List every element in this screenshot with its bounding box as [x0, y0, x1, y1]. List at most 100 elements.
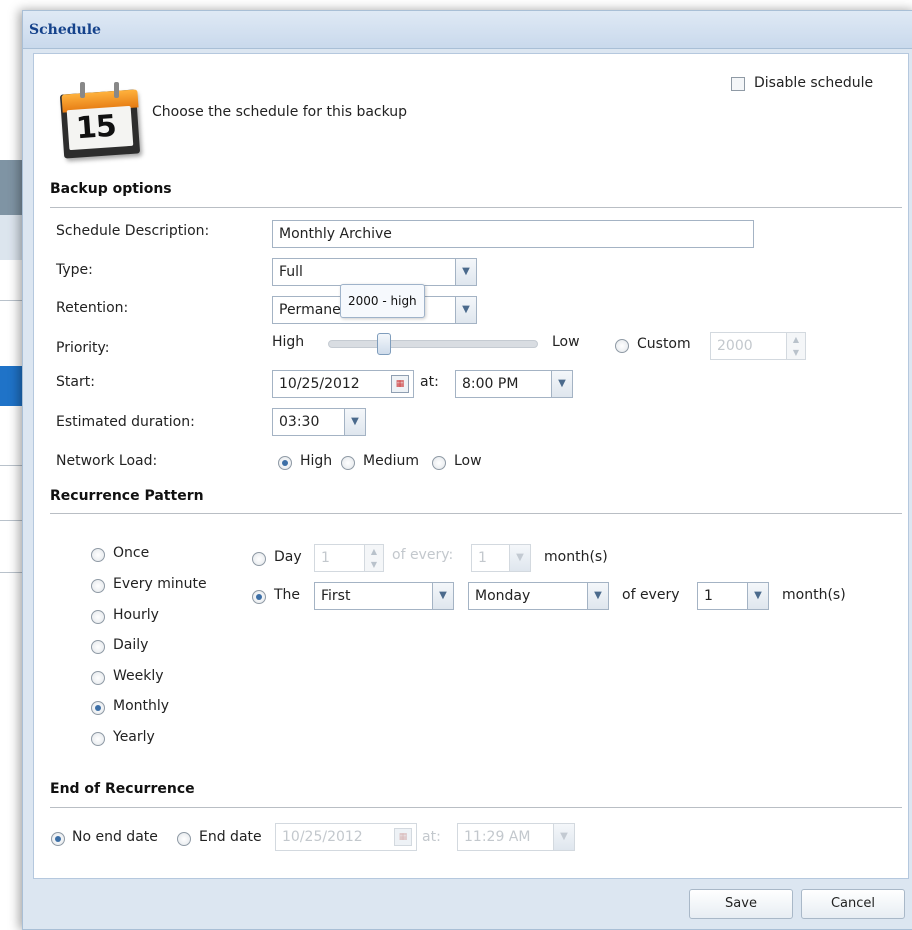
priority-slider-thumb[interactable]: [377, 333, 391, 355]
schedule-description-input[interactable]: Monthly Archive: [272, 220, 754, 248]
pattern-monthly-label: Monthly: [113, 698, 170, 714]
chevron-down-icon[interactable]: ▼: [432, 583, 453, 609]
type-label: Type:: [56, 262, 93, 278]
pattern-once-radio[interactable]: [91, 548, 105, 562]
custom-priority-radio[interactable]: [615, 339, 629, 353]
start-date-value: 10/25/2012: [279, 376, 360, 392]
save-button[interactable]: Save: [689, 889, 793, 919]
chevron-down-icon[interactable]: ▼: [455, 259, 476, 285]
type-value: Full: [279, 264, 303, 280]
no-end-date-radio[interactable]: [51, 832, 65, 846]
spinner-icon[interactable]: ▲ ▼: [364, 545, 383, 571]
start-time-select[interactable]: 8:00 PM ▼: [455, 370, 573, 398]
chevron-down-icon[interactable]: ▼: [344, 409, 365, 435]
date-picker-icon[interactable]: ▦: [391, 375, 409, 393]
chevron-down-icon[interactable]: ▼: [509, 545, 530, 571]
pattern-yearly-radio[interactable]: [91, 732, 105, 746]
end-of-recurrence-heading: End of Recurrence: [50, 781, 195, 797]
chevron-down-icon[interactable]: ▼: [747, 583, 768, 609]
estimated-duration-label: Estimated duration:: [56, 414, 195, 430]
no-end-date-label: No end date: [72, 829, 158, 845]
retention-label: Retention:: [56, 300, 129, 316]
recurrence-pattern-heading: Recurrence Pattern: [50, 488, 204, 504]
ordinal-select[interactable]: First ▼: [314, 582, 454, 610]
end-date-radio[interactable]: [177, 832, 191, 846]
ordinal-value: First: [321, 588, 351, 604]
monthly-day-label: Day: [274, 549, 302, 565]
monthly-the-label: The: [274, 587, 301, 603]
pattern-monthly-radio[interactable]: [91, 701, 105, 715]
end-at-label: at:: [422, 829, 441, 845]
dialog-titlebar[interactable]: Schedule: [23, 11, 912, 49]
section-divider: [50, 807, 902, 808]
monthly-day-input[interactable]: 1 ▲ ▼: [314, 544, 384, 572]
section-divider: [50, 513, 902, 514]
pattern-every-minute-radio[interactable]: [91, 579, 105, 593]
monthly-the-interval-value: 1: [704, 588, 713, 604]
priority-high-label: High: [272, 334, 305, 350]
chevron-down-icon[interactable]: ▼: [587, 583, 608, 609]
end-date-label: End date: [199, 829, 262, 845]
chevron-down-icon[interactable]: ▼: [455, 297, 476, 323]
calendar-icon-day: 15: [74, 108, 117, 147]
weekday-select[interactable]: Monday ▼: [468, 582, 609, 610]
monthly-the-of-every-label: of every: [622, 587, 680, 603]
monthly-the-months-label: month(s): [782, 587, 846, 603]
monthly-the-interval-select[interactable]: 1 ▼: [697, 582, 769, 610]
start-at-label: at:: [420, 374, 439, 390]
type-select[interactable]: Full ▼: [272, 258, 477, 286]
priority-label: Priority:: [56, 340, 110, 356]
schedule-dialog: Schedule 15 Choose the schedule for this…: [22, 10, 912, 930]
schedule-description-label: Schedule Description:: [56, 223, 210, 239]
start-label: Start:: [56, 374, 95, 390]
pattern-hourly-radio[interactable]: [91, 610, 105, 624]
date-picker-icon[interactable]: ▦: [394, 828, 412, 846]
estimated-duration-select[interactable]: 03:30 ▼: [272, 408, 366, 436]
network-load-label: Network Load:: [56, 453, 158, 469]
monthly-day-value: 1: [321, 550, 330, 566]
start-date-input[interactable]: 10/25/2012 ▦: [272, 370, 414, 398]
end-time-select[interactable]: 11:29 AM ▼: [457, 823, 575, 851]
priority-low-label: Low: [552, 334, 580, 350]
monthly-day-radio[interactable]: [252, 552, 266, 566]
network-load-high-label: High: [300, 453, 333, 469]
custom-priority-input[interactable]: 2000 ▲ ▼: [710, 332, 806, 360]
disable-schedule-checkbox[interactable]: [731, 77, 745, 91]
monthly-the-radio[interactable]: [252, 590, 266, 604]
start-time-value: 8:00 PM: [462, 376, 519, 392]
network-load-medium-label: Medium: [363, 453, 419, 469]
network-load-low-radio[interactable]: [432, 456, 446, 470]
pattern-daily-radio[interactable]: [91, 640, 105, 654]
pattern-daily-label: Daily: [113, 637, 149, 653]
calendar-icon: 15: [58, 74, 150, 164]
estimated-duration-value: 03:30: [279, 414, 320, 430]
monthly-day-interval-select[interactable]: 1 ▼: [471, 544, 531, 572]
pattern-hourly-label: Hourly: [113, 607, 159, 623]
custom-priority-label: Custom: [637, 336, 691, 352]
pattern-weekly-radio[interactable]: [91, 671, 105, 685]
end-date-value: 10/25/2012: [282, 829, 363, 845]
cancel-button[interactable]: Cancel: [801, 889, 905, 919]
network-load-medium-radio[interactable]: [341, 456, 355, 470]
priority-tooltip: 2000 - high: [340, 284, 425, 318]
priority-slider-track[interactable]: [328, 340, 538, 348]
network-load-high-radio[interactable]: [278, 456, 292, 470]
retention-value: Permane: [279, 302, 341, 318]
pattern-every-minute-label: Every minute: [113, 576, 207, 592]
monthly-day-of-every-label: of every:: [392, 547, 454, 563]
section-divider: [50, 207, 902, 208]
chevron-down-icon[interactable]: ▼: [553, 824, 574, 850]
pattern-weekly-label: Weekly: [113, 668, 164, 684]
pattern-once-label: Once: [113, 545, 150, 561]
schedule-description-value: Monthly Archive: [279, 226, 392, 242]
end-time-value: 11:29 AM: [464, 829, 531, 845]
network-load-low-label: Low: [454, 453, 482, 469]
monthly-day-months-label: month(s): [544, 549, 608, 565]
header-text: Choose the schedule for this backup: [152, 104, 408, 120]
chevron-down-icon[interactable]: ▼: [551, 371, 572, 397]
dialog-footer: Save Cancel: [23, 881, 912, 929]
disable-schedule-label: Disable schedule: [754, 75, 874, 91]
spinner-icon[interactable]: ▲ ▼: [786, 333, 805, 359]
end-date-input[interactable]: 10/25/2012 ▦: [275, 823, 417, 851]
backup-options-heading: Backup options: [50, 181, 172, 197]
